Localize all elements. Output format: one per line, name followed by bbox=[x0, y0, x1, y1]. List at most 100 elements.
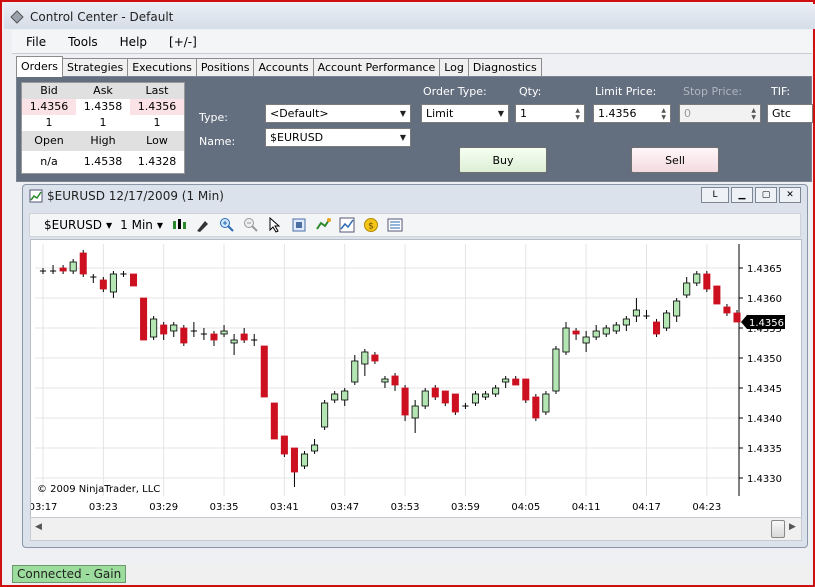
scroll-left-icon[interactable]: ◀ bbox=[35, 522, 42, 532]
candle-up bbox=[381, 378, 389, 383]
bid-size: 1 bbox=[45, 116, 53, 129]
zoom-out-icon[interactable] bbox=[243, 217, 259, 233]
minimize-icon[interactable]: ▁ bbox=[731, 187, 753, 203]
interval-selector[interactable]: 1 Min ▼ bbox=[120, 218, 163, 232]
instrument-selector[interactable]: $EURUSD ▼ bbox=[44, 218, 112, 232]
high-label: High bbox=[90, 134, 116, 147]
qty-stepper[interactable]: 1 ▲ ▼ bbox=[515, 104, 585, 123]
menu-tools[interactable]: Tools bbox=[54, 35, 106, 49]
candlestick-chart[interactable]: 1.43651.43601.43551.43501.43451.43401.43… bbox=[29, 240, 801, 515]
last-price: 1.4356 bbox=[130, 99, 184, 115]
svg-text:$: $ bbox=[368, 222, 374, 232]
candle-down bbox=[99, 279, 107, 290]
spin-arrows-icon[interactable]: ▲ ▼ bbox=[661, 107, 666, 121]
open-value: n/a bbox=[40, 155, 58, 168]
candle-down bbox=[451, 393, 459, 413]
chevron-down-icon: ▼ bbox=[497, 109, 504, 118]
candle-down bbox=[723, 306, 731, 314]
candle-up bbox=[300, 453, 309, 467]
x-tick-label: 03:47 bbox=[330, 502, 359, 513]
order-entry-panel: Bid Ask Last 1.4356 1.4358 1.4356 1 1 1 … bbox=[16, 76, 813, 182]
limit-price-label: Limit Price: bbox=[595, 85, 657, 98]
menu-bar: File Tools Help [+/-] bbox=[12, 30, 812, 54]
order-type-label: Order Type: bbox=[423, 85, 487, 98]
maximize-icon[interactable]: ▢ bbox=[755, 187, 777, 203]
candle-up bbox=[542, 393, 550, 413]
candle-up bbox=[562, 327, 570, 353]
candle-down bbox=[180, 327, 188, 344]
candle-down bbox=[160, 324, 168, 335]
app-window: Control Center - Default File Tools Help… bbox=[0, 0, 815, 587]
tab-executions[interactable]: Executions bbox=[127, 58, 197, 77]
candle-down bbox=[653, 321, 661, 335]
window-title: Control Center - Default bbox=[30, 9, 174, 24]
x-tick-label: 03:35 bbox=[210, 502, 239, 513]
sell-button[interactable]: Sell bbox=[631, 147, 719, 173]
high-value: 1.4538 bbox=[83, 155, 123, 168]
cursor-icon[interactable] bbox=[267, 217, 283, 233]
order-type-select[interactable]: Limit ▼ bbox=[421, 104, 509, 123]
spin-arrows-icon[interactable]: ▲ ▼ bbox=[575, 107, 580, 121]
candle-down bbox=[733, 312, 741, 323]
tab-bar: Orders Strategies Executions Positions A… bbox=[16, 56, 812, 77]
chevron-down-icon: ▼ bbox=[399, 109, 406, 118]
drawing-tool-icon[interactable] bbox=[195, 217, 211, 233]
link-button[interactable]: L bbox=[701, 187, 729, 203]
chart-scrollbar[interactable]: ◀ ▶ bbox=[30, 517, 802, 541]
candle-up bbox=[502, 378, 510, 383]
app-logo-icon bbox=[10, 9, 24, 24]
tab-account-performance[interactable]: Account Performance bbox=[312, 58, 441, 77]
candle-up bbox=[170, 324, 178, 332]
buy-button[interactable]: Buy bbox=[459, 147, 547, 173]
tab-accounts[interactable]: Accounts bbox=[253, 58, 314, 77]
limit-price-stepper[interactable]: 1.4356 ▲ ▼ bbox=[593, 104, 671, 123]
tab-positions[interactable]: Positions bbox=[195, 58, 255, 77]
open-label: Open bbox=[34, 134, 64, 147]
scroll-thumb[interactable] bbox=[771, 520, 785, 538]
tab-strategies[interactable]: Strategies bbox=[62, 58, 129, 77]
x-tick-label: 04:17 bbox=[632, 502, 661, 513]
scroll-right-icon[interactable]: ▶ bbox=[789, 522, 796, 532]
x-tick-label: 03:59 bbox=[451, 502, 480, 513]
candle-down bbox=[522, 378, 530, 401]
candle-down bbox=[572, 330, 580, 335]
candle-up bbox=[351, 360, 359, 383]
name-select[interactable]: $EURUSD ▼ bbox=[265, 128, 411, 147]
instrument-label: $EURUSD bbox=[44, 218, 102, 232]
candlestick-style-icon[interactable] bbox=[171, 217, 187, 233]
candle-up bbox=[482, 393, 490, 398]
properties-icon[interactable] bbox=[387, 217, 403, 233]
tab-log[interactable]: Log bbox=[439, 58, 469, 77]
chart-plot-area[interactable]: 1.4365 1.4360 1.4355 1.4350 1.4345 1.4340 1.43… bbox=[29, 239, 802, 524]
candle-up bbox=[150, 318, 158, 338]
chart-window: $EURUSD 12/17/2009 (1 Min) L ▁ ▢ ✕ $EURU… bbox=[22, 184, 808, 548]
strategies-icon[interactable] bbox=[315, 217, 332, 233]
menu-file[interactable]: File bbox=[12, 35, 54, 49]
order-type-value: Limit bbox=[426, 107, 454, 120]
candle-down bbox=[210, 333, 218, 341]
candle-up bbox=[592, 330, 600, 338]
ask-label: Ask bbox=[93, 84, 113, 97]
menu-help[interactable]: Help bbox=[106, 35, 155, 49]
type-select[interactable]: <Default> ▼ bbox=[265, 104, 411, 123]
candle-down bbox=[441, 390, 449, 404]
candle-up bbox=[220, 330, 228, 335]
limit-price-value: 1.4356 bbox=[598, 107, 637, 120]
ask-price: 1.4358 bbox=[83, 100, 123, 113]
tab-orders[interactable]: Orders bbox=[16, 56, 63, 77]
x-tick-label: 03:29 bbox=[149, 502, 178, 513]
tab-diagnostics[interactable]: Diagnostics bbox=[467, 58, 542, 77]
candle-up bbox=[230, 339, 238, 344]
zoom-in-icon[interactable] bbox=[219, 217, 235, 233]
tif-select[interactable]: Gtc bbox=[767, 104, 813, 123]
qty-value: 1 bbox=[520, 107, 527, 120]
indicators-icon[interactable] bbox=[339, 217, 355, 233]
last-size: 1 bbox=[153, 116, 161, 129]
coin-icon[interactable]: $ bbox=[363, 217, 379, 233]
candle-down bbox=[79, 252, 87, 275]
menu-toggle[interactable]: [+/-] bbox=[155, 35, 205, 49]
chevron-down-icon: ▼ bbox=[105, 220, 113, 230]
data-box-icon[interactable] bbox=[291, 217, 307, 233]
candle-up bbox=[663, 312, 671, 329]
close-icon[interactable]: ✕ bbox=[779, 187, 801, 203]
